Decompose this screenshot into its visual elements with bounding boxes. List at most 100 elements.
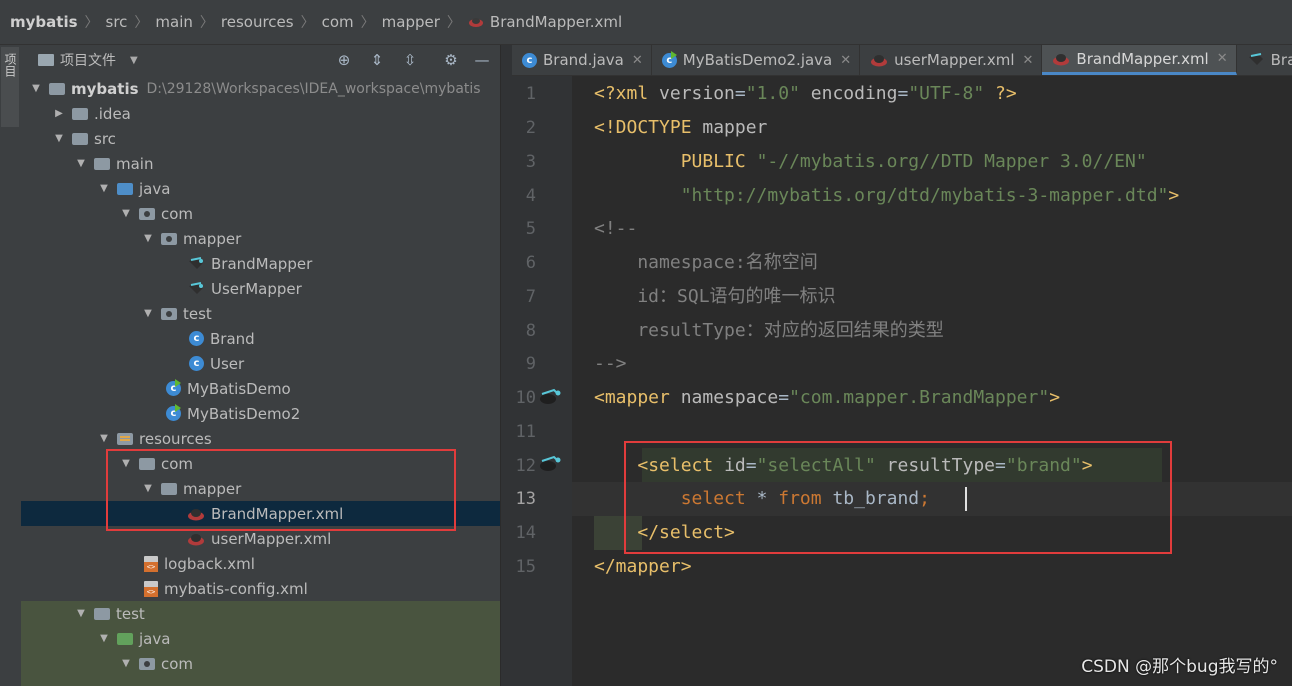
- line-number-current: 13: [515, 489, 536, 509]
- tree-item-label: java: [139, 179, 171, 198]
- breadcrumb-item-main[interactable]: main: [155, 13, 192, 31]
- tree-item-label: test: [183, 304, 212, 323]
- line-number: 10: [515, 388, 536, 408]
- mapper-interface-icon: [189, 281, 203, 294]
- package-icon: [139, 207, 155, 220]
- code-editor[interactable]: <?xml version="1.0" encoding="UTF-8" ?> …: [572, 76, 1292, 686]
- chevron-down-icon[interactable]: ▼: [121, 658, 131, 669]
- tree-item-src[interactable]: ▼ src: [21, 126, 500, 151]
- chevron-down-icon[interactable]: ▼: [143, 233, 153, 244]
- close-icon[interactable]: ✕: [632, 53, 643, 68]
- chevron-down-icon[interactable]: ▼: [31, 83, 41, 94]
- code-line-2: <!DOCTYPE mapper: [594, 117, 768, 138]
- chevron-down-icon[interactable]: ▼: [99, 433, 109, 444]
- code-line-1: <?xml version="1.0" encoding="UTF-8" ?>: [594, 83, 1017, 104]
- tree-item-mybatisdemo[interactable]: c MyBatisDemo: [21, 376, 500, 401]
- code-line-7: id：SQL语句的唯一标识: [594, 286, 836, 307]
- chevron-right-icon[interactable]: ▶: [54, 108, 64, 119]
- chevron-down-icon[interactable]: ▼: [76, 158, 86, 169]
- tree-item-label: com: [161, 654, 194, 673]
- tree-item-mybatisdemo2[interactable]: c MyBatisDemo2: [21, 401, 500, 426]
- tree-item-logback[interactable]: logback.xml: [21, 551, 500, 576]
- code-line-5: <!--: [594, 218, 638, 239]
- tree-item-brand[interactable]: c Brand: [21, 326, 500, 351]
- tree-item-resources[interactable]: ▼ resources: [21, 426, 500, 451]
- line-number: 3: [525, 152, 536, 172]
- tree-item-user[interactable]: c User: [21, 351, 500, 376]
- minimize-icon[interactable]: —: [473, 51, 491, 69]
- breadcrumb-item-mybatis[interactable]: mybatis: [10, 13, 78, 31]
- tab-label: Bran: [1270, 51, 1292, 69]
- tab-label: userMapper.xml: [894, 51, 1015, 69]
- code-line-6: namespace:名称空间: [594, 252, 818, 273]
- chevron-down-icon[interactable]: ▼: [143, 308, 153, 319]
- chevron-down-icon[interactable]: ▼: [99, 183, 109, 194]
- class-icon: c: [189, 331, 204, 346]
- code-line-3: PUBLIC "-//mybatis.org//DTD Mapper 3.0//…: [680, 151, 1147, 172]
- tree-item-com[interactable]: ▼ com: [21, 201, 500, 226]
- collapse-all-icon[interactable]: ⇳: [401, 51, 419, 69]
- close-icon[interactable]: ✕: [1023, 53, 1034, 68]
- left-tool-strip: 项目: [0, 45, 22, 686]
- package-icon: [161, 232, 177, 245]
- mybatis-xml-icon: [188, 533, 204, 545]
- tree-item-java[interactable]: ▼ java: [21, 176, 500, 201]
- tree-item-label: MyBatisDemo2: [187, 404, 301, 423]
- breadcrumb-item-com[interactable]: com: [322, 13, 354, 31]
- code-line-9: -->: [594, 353, 627, 374]
- editor-tabs: c Brand.java ✕ c MyBatisDemo2.java ✕ use…: [512, 45, 1292, 76]
- chevron-down-icon[interactable]: ▼: [54, 133, 64, 144]
- folder-icon: [94, 607, 110, 620]
- crosshair-icon[interactable]: ⊕: [335, 51, 353, 69]
- breadcrumb-item-file[interactable]: BrandMapper.xml: [490, 13, 622, 31]
- close-icon[interactable]: ✕: [840, 53, 851, 68]
- chevron-down-icon[interactable]: ▼: [99, 633, 109, 644]
- tab-mybatisdemo2-java[interactable]: c MyBatisDemo2.java ✕: [652, 45, 861, 75]
- tree-item-test-package[interactable]: ▼ test: [21, 301, 500, 326]
- navigate-to-method-icon[interactable]: [538, 453, 562, 473]
- line-number: 7: [525, 287, 536, 307]
- tree-item-idea[interactable]: ▶ .idea: [21, 101, 500, 126]
- folder-icon: [38, 54, 54, 66]
- tree-item-test[interactable]: ▼ test: [21, 601, 500, 626]
- chevron-down-icon[interactable]: ▼: [76, 608, 86, 619]
- line-number: 4: [525, 186, 536, 206]
- breadcrumb-item-resources[interactable]: resources: [221, 13, 294, 31]
- tab-brandmapper-xml[interactable]: BrandMapper.xml ✕: [1042, 45, 1237, 75]
- tree-item-brandmapper[interactable]: BrandMapper: [21, 251, 500, 276]
- breadcrumb-item-src[interactable]: src: [106, 13, 128, 31]
- tree-item-main[interactable]: ▼ main: [21, 151, 500, 176]
- mybatis-xml-icon: [871, 55, 888, 67]
- breadcrumb-item-mapper[interactable]: mapper: [382, 13, 440, 31]
- tree-item-label: main: [116, 154, 154, 173]
- tab-brand-java[interactable]: c Brand.java ✕: [512, 45, 652, 75]
- chevron-down-icon[interactable]: ▼: [121, 208, 131, 219]
- tree-item-mapper-package[interactable]: ▼ mapper: [21, 226, 500, 251]
- tree-item-partial: [21, 676, 500, 686]
- mapper-interface-icon: [1248, 53, 1263, 65]
- mapper-interface-icon: [189, 256, 203, 269]
- chevron-down-icon[interactable]: ▼: [130, 55, 138, 66]
- tree-item-label: logback.xml: [164, 554, 255, 573]
- project-view-selector[interactable]: 项目文件: [60, 50, 116, 70]
- xml-file-icon: [144, 555, 158, 572]
- tree-item-usermapper[interactable]: UserMapper: [21, 276, 500, 301]
- expand-all-icon[interactable]: ⇕: [368, 51, 386, 69]
- close-icon[interactable]: ✕: [1217, 51, 1228, 66]
- tree-item-test-java[interactable]: ▼ java: [21, 626, 500, 651]
- code-line-8: resultType：对应的返回结果的类型: [594, 320, 944, 341]
- tree-item-test-com[interactable]: ▼ com: [21, 651, 500, 676]
- gear-icon[interactable]: ⚙: [442, 51, 460, 69]
- tree-item-mybatis[interactable]: ▼ mybatis D:\29128\Workspaces\IDEA_works…: [21, 76, 500, 101]
- xml-file-icon: [144, 580, 158, 597]
- tree-item-mybatis-config[interactable]: mybatis-config.xml: [21, 576, 500, 601]
- tree-item-label: .idea: [94, 104, 131, 123]
- highlight-box-code: [624, 441, 1172, 554]
- navigate-to-mapper-icon[interactable]: [538, 386, 562, 406]
- tree-item-label: BrandMapper: [211, 254, 313, 273]
- tab-usermapper-xml[interactable]: userMapper.xml ✕: [860, 45, 1043, 75]
- project-tool-tab[interactable]: 项目: [1, 47, 19, 127]
- mybatis-xml-icon: [1053, 53, 1070, 65]
- tab-brandmapper-java[interactable]: Bran: [1237, 45, 1292, 75]
- editor-gutter: 1 2 3 4 5 6 7 8 9 10 11 12 13 14 15: [512, 76, 591, 686]
